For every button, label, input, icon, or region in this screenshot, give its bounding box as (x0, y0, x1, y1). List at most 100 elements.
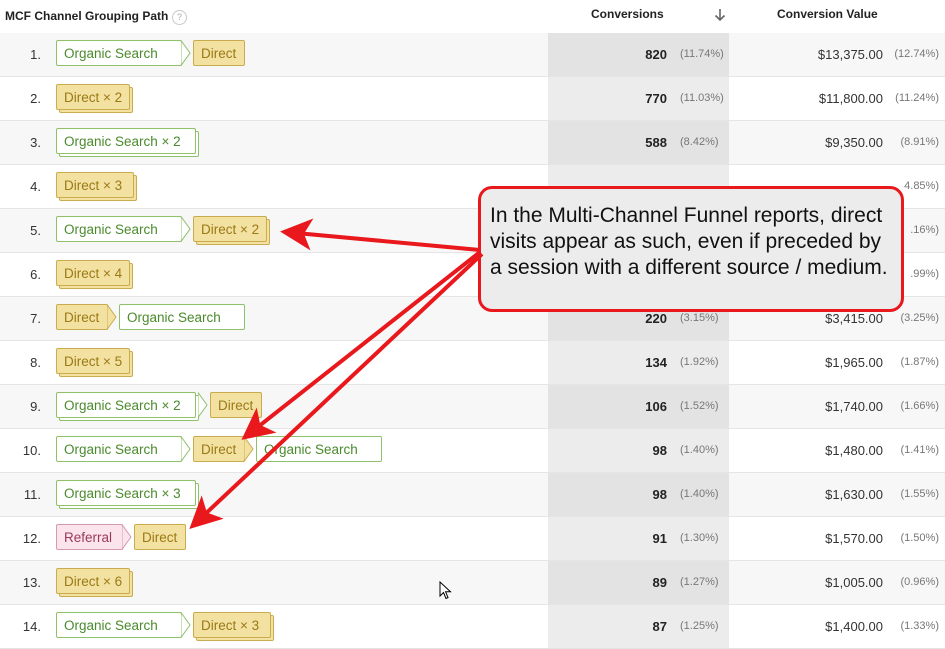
table-row[interactable]: 13. Direct × 6 89 (1.27%) $1,005.00 (0.96%) (0, 561, 945, 605)
channel-chip-organic[interactable]: Organic Search (56, 436, 182, 462)
channel-chip-direct-x3[interactable]: Direct × 3 (56, 172, 134, 198)
conversions-percent: (1.27%) (680, 576, 719, 588)
column-header-path[interactable]: MCF Channel Grouping Path (5, 9, 168, 23)
channel-chip-organic[interactable]: Organic Search (119, 304, 245, 330)
conversions-percent: (1.40%) (680, 488, 719, 500)
conversion-value-percent: (0.96%) (900, 576, 939, 588)
table-row[interactable]: 11. Organic Search × 3 98 (1.40%) $1,630.00 (… (0, 473, 945, 517)
conversion-value-percent: .99%) (910, 268, 939, 280)
conversions-count: 89 (652, 575, 667, 590)
channel-chip-referral[interactable]: Referral (56, 524, 123, 550)
chip-arrow-tail (181, 612, 191, 639)
conversions-percent: (1.25%) (680, 620, 719, 632)
conversions-percent: (11.74%) (680, 48, 724, 60)
conversions-count: 87 (652, 619, 667, 634)
table-row[interactable]: 1. Organic Search Direct 820 (11.74%) $13,375… (0, 33, 945, 77)
conversions-count: 106 (645, 399, 667, 414)
conversions-count: 98 (652, 443, 667, 458)
channel-chip-direct[interactable]: Direct (56, 304, 108, 330)
conversion-value-percent: (1.50%) (900, 532, 939, 544)
conversion-value-percent: (1.66%) (900, 400, 939, 412)
conversions-percent: (1.40%) (680, 444, 719, 456)
conversion-value: $1,740.00 (825, 399, 883, 414)
column-header-conversions[interactable]: Conversions (591, 7, 664, 21)
table-row[interactable]: 8. Direct × 5 134 (1.92%) $1,965.00 (1.87%) (0, 341, 945, 385)
channel-chip-direct-x2[interactable]: Direct × 2 (56, 84, 130, 110)
conversion-value-percent: (1.41%) (900, 444, 939, 456)
row-index: 8. (30, 355, 41, 370)
conversion-value-percent: (3.25%) (900, 312, 939, 324)
row-index: 14. (22, 619, 41, 634)
chip-arrow-tail (181, 216, 191, 243)
row-index: 9. (30, 399, 41, 414)
channel-chip-direct-x5[interactable]: Direct × 5 (56, 348, 130, 374)
channel-chip-organic-x3[interactable]: Organic Search × 3 (56, 480, 196, 506)
conversion-value: $3,415.00 (825, 311, 883, 326)
conversions-count: 770 (645, 91, 667, 106)
row-index: 5. (30, 223, 41, 238)
table-row[interactable]: 9. Organic Search × 2 Direct 106 (1.52%) $1,7… (0, 385, 945, 429)
table-row[interactable]: 3. Organic Search × 2 588 (8.42%) $9,350.00 (… (0, 121, 945, 165)
channel-chip-direct[interactable]: Direct (193, 40, 245, 66)
table-row[interactable]: 14. Organic Search Direct × 3 87 (1.25%) $1,4… (0, 605, 945, 649)
conversions-percent: (1.30%) (680, 532, 719, 544)
conversion-value-percent: (1.87%) (900, 356, 939, 368)
channel-chip-organic[interactable]: Organic Search (56, 612, 182, 638)
channel-chip-direct[interactable]: Direct (193, 436, 245, 462)
row-index: 4. (30, 179, 41, 194)
channel-chip-direct[interactable]: Direct (210, 392, 262, 418)
table-row[interactable]: 2. Direct × 2 770 (11.03%) $11,800.00 (11.24%… (0, 77, 945, 121)
chip-arrow-tail (181, 40, 191, 67)
conversions-percent: (1.52%) (680, 400, 719, 412)
row-index: 2. (30, 91, 41, 106)
chip-arrow-tail (107, 304, 117, 331)
column-header-conversion-value[interactable]: Conversion Value (777, 7, 878, 21)
channel-chip-direct-x3[interactable]: Direct × 3 (193, 612, 271, 638)
conversion-value: $1,005.00 (825, 575, 883, 590)
table-row[interactable]: 10. Organic Search Direct Organic Search 98 (… (0, 429, 945, 473)
channel-chip-direct[interactable]: Direct (134, 524, 186, 550)
conversion-value-percent: .16%) (910, 224, 939, 236)
chip-arrow-tail (198, 392, 208, 419)
conversion-value-percent: (12.74%) (894, 48, 939, 60)
row-index: 1. (30, 47, 41, 62)
conversions-percent: (8.42%) (680, 136, 719, 148)
conversions-count: 91 (652, 531, 667, 546)
conversions-percent: (1.92%) (680, 356, 719, 368)
chip-arrow-tail (244, 436, 254, 463)
conversion-value: $1,400.00 (825, 619, 883, 634)
conversion-value-percent: (11.24%) (895, 92, 939, 104)
conversion-value: $1,965.00 (825, 355, 883, 370)
row-index: 10. (22, 443, 41, 458)
conversions-count: 220 (645, 311, 667, 326)
conversion-value-percent: 4.85%) (904, 180, 939, 192)
conversion-value: $9,350.00 (825, 135, 883, 150)
table-row[interactable]: 12. Referral Direct 91 (1.30%) $1,570.00 (1.50… (0, 517, 945, 561)
chip-arrow-tail (181, 436, 191, 463)
conversions-percent: (3.15%) (680, 312, 719, 324)
conversions-count: 98 (652, 487, 667, 502)
conversions-count: 134 (645, 355, 667, 370)
row-index: 12. (22, 531, 41, 546)
mouse-cursor-icon (439, 581, 452, 600)
channel-chip-organic-x2[interactable]: Organic Search × 2 (56, 128, 196, 154)
channel-chip-organic[interactable]: Organic Search (56, 40, 182, 66)
channel-chip-organic[interactable]: Organic Search (256, 436, 382, 462)
channel-chip-organic[interactable]: Organic Search (56, 216, 182, 242)
row-index: 7. (30, 311, 41, 326)
channel-chip-organic-x2[interactable]: Organic Search × 2 (56, 392, 196, 418)
conversion-value: $1,630.00 (825, 487, 883, 502)
row-index: 3. (30, 135, 41, 150)
row-index: 13. (22, 575, 41, 590)
conversion-value: $13,375.00 (817, 47, 883, 62)
conversions-count: 588 (645, 135, 667, 150)
conversions-count: 820 (645, 47, 667, 62)
help-icon[interactable]: ? (172, 10, 187, 25)
channel-chip-direct-x4[interactable]: Direct × 4 (56, 260, 130, 286)
channel-chip-direct-x6[interactable]: Direct × 6 (56, 568, 130, 594)
channel-chip-direct-x2[interactable]: Direct × 2 (193, 216, 267, 242)
sort-arrow-down-icon[interactable] (713, 7, 727, 23)
annotation-callout: In the Multi-Channel Funnel reports, dir… (478, 186, 904, 312)
row-index: 6. (30, 267, 41, 282)
data-table: 1. Organic Search Direct 820 (11.74%) $13,375… (0, 33, 945, 649)
